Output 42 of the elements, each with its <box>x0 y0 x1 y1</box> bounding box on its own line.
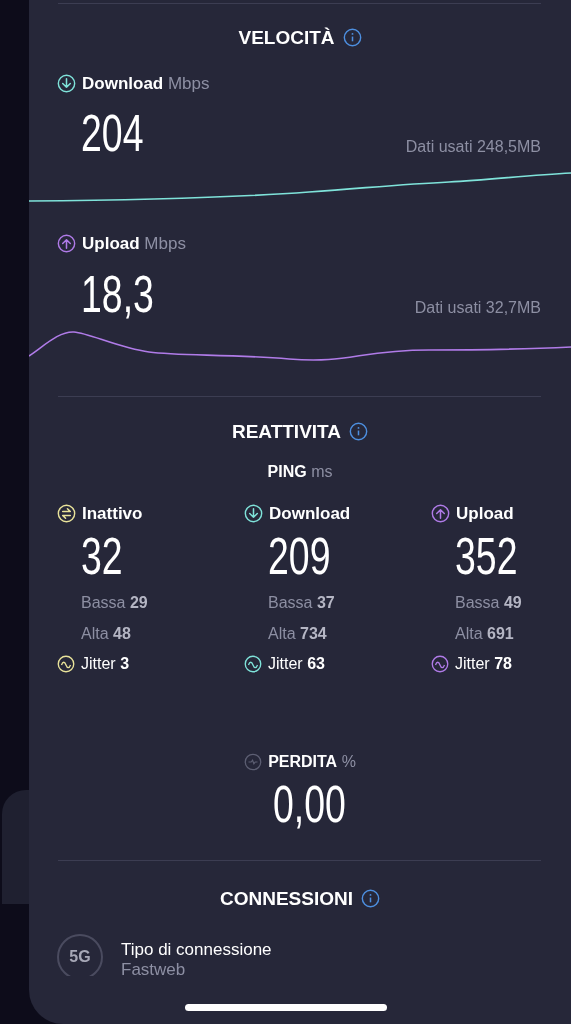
low-stat: Bassa 49 <box>455 595 522 611</box>
swap-arrows-icon <box>57 504 76 523</box>
jitter-stat: Jitter 63 <box>268 656 325 672</box>
section-title: VELOCITÀ <box>238 28 335 47</box>
jitter-stat: Jitter 78 <box>455 656 512 672</box>
connection-badge: 5G <box>57 934 103 976</box>
info-icon[interactable] <box>342 28 362 47</box>
high-stat: Alta 691 <box>455 626 514 642</box>
low-stat: Bassa 37 <box>268 595 335 611</box>
data-used-text: Dati usati 248,5MB <box>404 139 541 155</box>
ping-value: 352 <box>455 530 518 582</box>
info-icon[interactable] <box>349 422 369 441</box>
arrow-up-icon <box>57 234 76 253</box>
metric-label: Upload Mbps <box>82 235 186 252</box>
speed-value: 204 <box>81 107 144 159</box>
section-title: CONNESSIONI <box>220 889 353 908</box>
jitter-stat: Jitter 3 <box>81 656 130 672</box>
ping-column-label: Inattivo <box>82 505 143 522</box>
metric-label: Download Mbps <box>82 75 210 92</box>
ping-column-label: Download <box>269 505 351 522</box>
wave-icon <box>57 655 75 673</box>
info-icon[interactable] <box>361 889 380 908</box>
connection-label: Tipo di connessione <box>121 940 272 960</box>
arrow-up-icon <box>431 504 450 523</box>
low-stat: Bassa 29 <box>81 595 148 611</box>
loss-label: PERDITA % <box>268 754 356 770</box>
section-title: REATTIVITA <box>231 422 342 441</box>
ping-label: PING ms <box>266 464 334 480</box>
speed-value: 18,3 <box>81 268 154 320</box>
ping-column-label: Upload <box>456 505 514 522</box>
data-used-text: Dati usati 32,7MB <box>413 300 541 316</box>
loss-value: 0,00 <box>273 778 346 830</box>
wave-icon <box>244 655 262 673</box>
pulse-icon <box>244 753 263 771</box>
arrow-down-icon <box>57 74 76 93</box>
connection-value: Fastweb <box>121 960 187 976</box>
wave-icon <box>431 655 449 673</box>
ping-value: 32 <box>81 530 123 582</box>
high-stat: Alta 48 <box>81 626 131 642</box>
high-stat: Alta 734 <box>268 626 327 642</box>
arrow-down-icon <box>244 504 263 523</box>
ping-value: 209 <box>268 530 331 582</box>
